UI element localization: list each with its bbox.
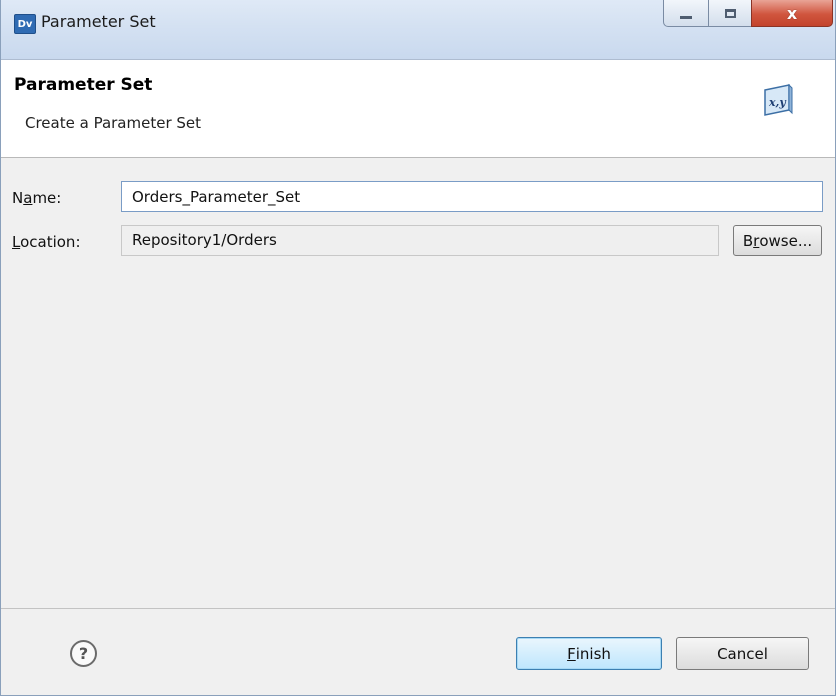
- cancel-button[interactable]: Cancel: [676, 637, 809, 670]
- help-icon[interactable]: ?: [70, 640, 97, 667]
- parameter-set-icon-label: x,y: [768, 96, 787, 109]
- browse-pre: B: [742, 231, 754, 250]
- location-label-mnemonic: L: [12, 233, 21, 251]
- finish-post: inish: [575, 644, 611, 663]
- browse-button[interactable]: Br owse...: [733, 225, 822, 256]
- page-description: Create a Parameter Set: [25, 114, 202, 132]
- name-label: Name:: [12, 189, 61, 207]
- maximize-button[interactable]: [708, 0, 752, 27]
- app-icon: Dv: [14, 14, 36, 34]
- name-label-pre: N: [12, 189, 24, 207]
- minimize-button[interactable]: [663, 0, 709, 27]
- window-title: Parameter Set: [41, 12, 156, 31]
- title-bar[interactable]: Dv Parameter Set x: [1, 0, 835, 60]
- footer-divider: [1, 608, 835, 609]
- name-input[interactable]: [121, 181, 823, 212]
- location-field: Repository1/Orders: [121, 225, 719, 256]
- maximize-icon: [724, 8, 736, 18]
- parameter-set-icon: x,y: [764, 83, 793, 116]
- close-button[interactable]: x: [751, 0, 833, 27]
- finish-button[interactable]: Finish: [516, 637, 662, 670]
- page-title: Parameter Set: [14, 75, 153, 95]
- minimize-icon: [680, 15, 692, 19]
- location-label: Location:: [12, 233, 81, 251]
- browse-post: owse...: [759, 231, 813, 250]
- location-label-post: ocation:: [20, 233, 81, 251]
- close-icon: x: [786, 3, 798, 23]
- name-label-post: me:: [32, 189, 62, 207]
- finish-mnemonic: F: [567, 644, 576, 663]
- wizard-header: Parameter Set Create a Parameter Set x,y: [1, 60, 835, 158]
- parameter-set-dialog: Dv Parameter Set x Parameter Set Create …: [0, 0, 836, 696]
